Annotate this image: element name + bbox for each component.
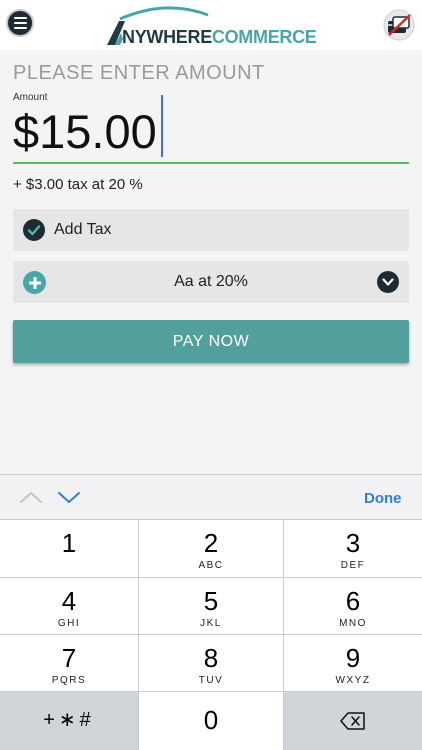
chevron-down-icon[interactable] [377, 271, 399, 293]
menu-button[interactable] [6, 9, 34, 37]
backspace-key[interactable] [284, 692, 422, 750]
amount-input[interactable]: $15.00 [13, 95, 409, 164]
selected-tax-rate: Aa at 20% [174, 273, 248, 290]
key-6[interactable]: 6 MNO [284, 578, 422, 634]
text-caret [161, 95, 163, 157]
numeric-keypad: 1 2 ABC 3 DEF 4 GHI 5 JKL 6 MNO 7 PQRS 8… [0, 519, 422, 750]
key-8[interactable]: 8 TUV [139, 635, 283, 691]
pay-now-button[interactable]: PAY NOW [13, 320, 409, 363]
key-5[interactable]: 5 JKL [139, 578, 283, 634]
backspace-icon [340, 712, 365, 730]
key-9[interactable]: 9 WXYZ [284, 635, 422, 691]
card-reader-disconnected-icon [383, 9, 415, 41]
tax-rate-selector[interactable]: Aa at 20% [13, 261, 409, 303]
key-1[interactable]: 1 [0, 520, 138, 577]
card-reader-status-button[interactable] [383, 9, 415, 41]
add-tax-toggle[interactable]: Add Tax [13, 209, 409, 251]
amount-prompt: PLEASE ENTER AMOUNT [13, 62, 265, 84]
add-tax-label: Add Tax [54, 221, 112, 238]
done-button[interactable]: Done [364, 490, 402, 507]
previous-field-button[interactable] [18, 488, 44, 506]
anywhere-commerce-logo: NYWHERECOMMERCE [106, 5, 318, 47]
app-header: NYWHERECOMMERCE [0, 0, 422, 50]
menu-icon [13, 17, 27, 19]
amount-value: $15.00 [13, 105, 157, 158]
symbols-key[interactable]: +∗# [0, 692, 138, 750]
chevron-down-icon [58, 492, 80, 503]
tax-summary: + $3.00 tax at 20 % [13, 176, 143, 193]
key-4[interactable]: 4 GHI [0, 578, 138, 634]
checkmark-icon[interactable] [23, 219, 45, 241]
key-7[interactable]: 7 PQRS [0, 635, 138, 691]
key-3[interactable]: 3 DEF [284, 520, 422, 577]
key-0[interactable]: 0 [139, 692, 283, 750]
chevron-up-icon [20, 492, 42, 503]
next-field-button[interactable] [56, 488, 82, 506]
logo-wordmark: NYWHERECOMMERCE [122, 27, 317, 47]
keyboard-accessory-bar: Done [0, 474, 422, 519]
key-2[interactable]: 2 ABC [139, 520, 283, 577]
